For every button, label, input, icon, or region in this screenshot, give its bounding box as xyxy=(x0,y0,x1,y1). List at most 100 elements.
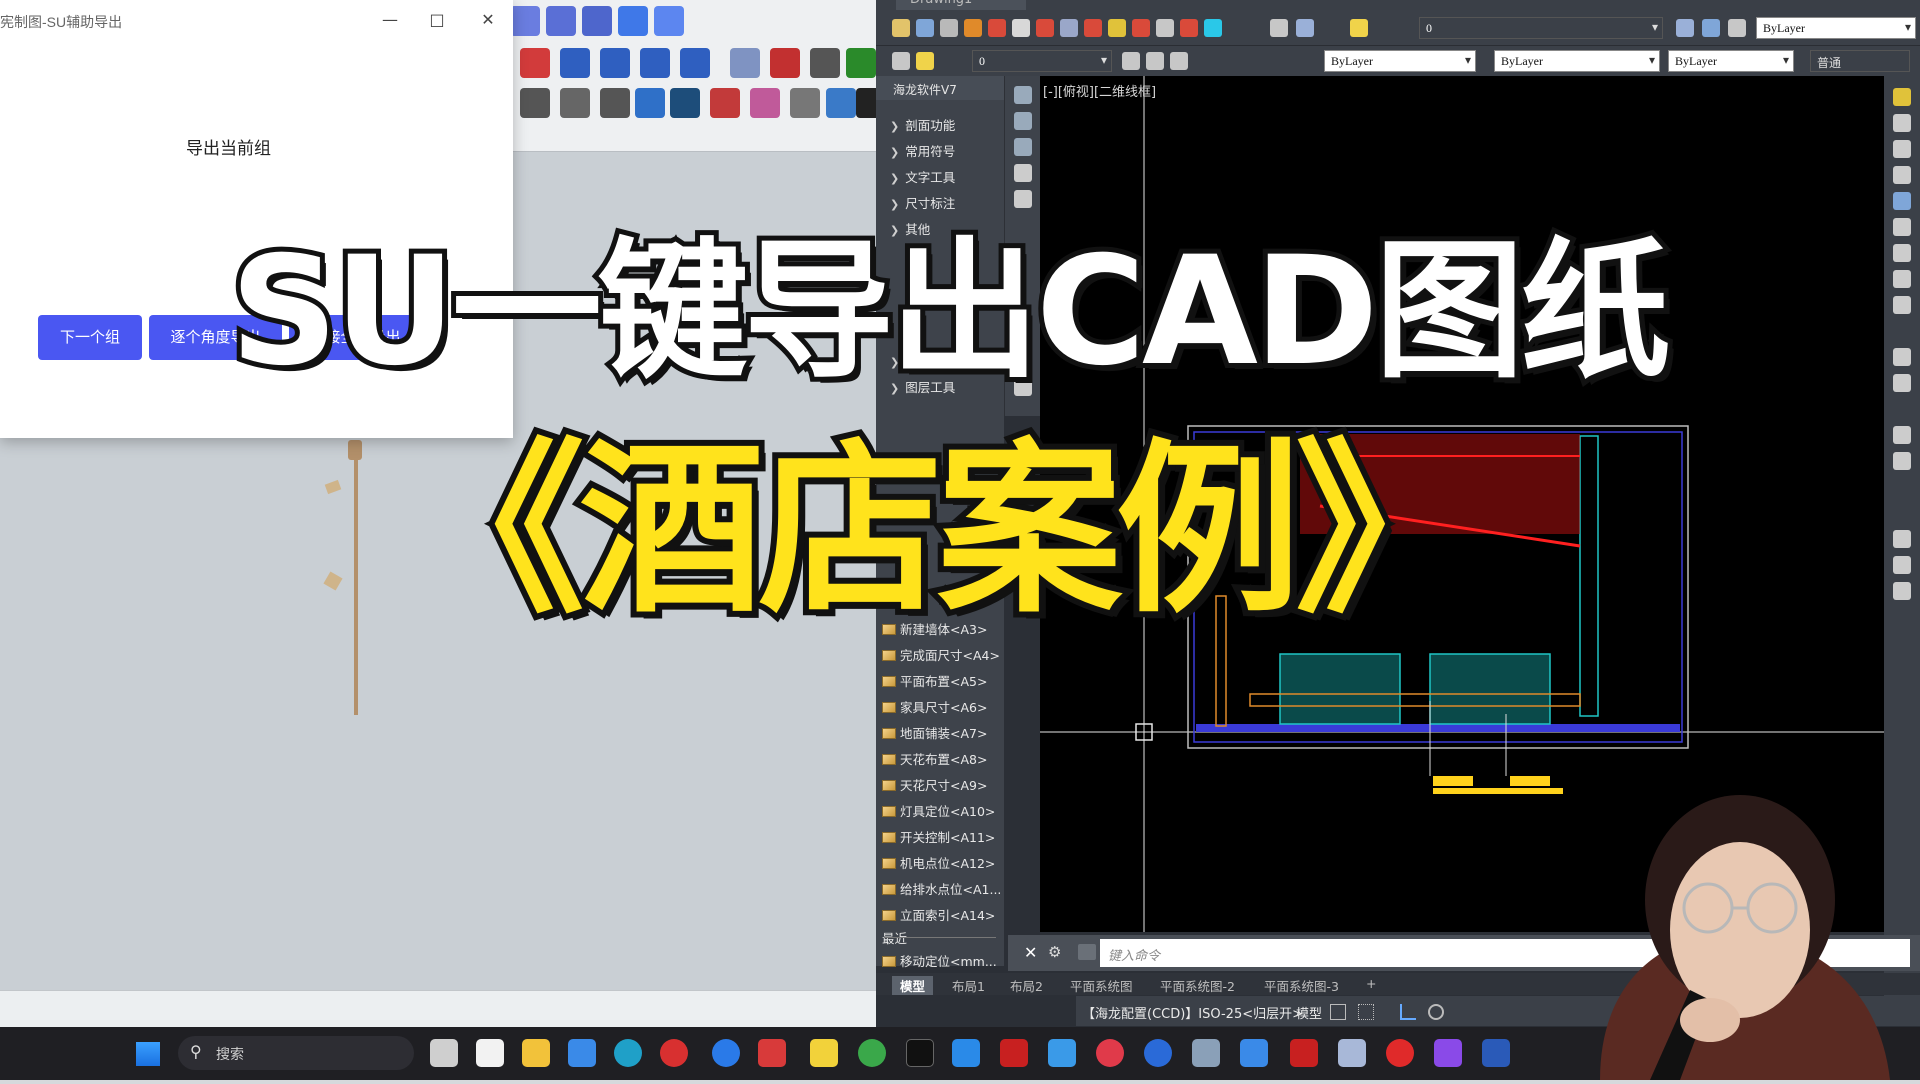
tool-icon[interactable] xyxy=(1893,582,1911,600)
tool-icon[interactable] xyxy=(1108,19,1126,37)
tab-drawing1[interactable]: Drawing1 xyxy=(896,0,1026,10)
export-icon[interactable] xyxy=(654,6,684,36)
tool-icon[interactable] xyxy=(1122,52,1140,70)
tool-icon[interactable] xyxy=(892,19,910,37)
tool-icon[interactable] xyxy=(1893,270,1911,288)
snap-icon[interactable] xyxy=(1358,1004,1374,1020)
notepad-icon[interactable] xyxy=(1048,1039,1076,1067)
autocad-icon[interactable] xyxy=(1000,1039,1028,1067)
wps-icon[interactable] xyxy=(758,1039,786,1067)
viewport-label[interactable]: [-][俯视][二维线框] xyxy=(1043,81,1156,100)
tool-icon[interactable] xyxy=(1180,19,1198,37)
tool-icon[interactable] xyxy=(1060,19,1078,37)
tool-icon[interactable] xyxy=(940,19,958,37)
layer-list-item[interactable]: 天花尺寸<A9> xyxy=(882,775,987,794)
dialog-titlebar[interactable]: 宪制图-SU辅助导出 — □ ✕ xyxy=(0,0,513,40)
tool-icon[interactable] xyxy=(1036,19,1054,37)
tool-icon[interactable] xyxy=(1893,166,1911,184)
panel-menu-item[interactable]: ❯ 常用符号 xyxy=(890,141,955,160)
polyline-icon[interactable] xyxy=(1014,112,1032,130)
tool-icon[interactable] xyxy=(1893,192,1911,210)
tool-icon[interactable] xyxy=(600,88,630,118)
tool-icon[interactable] xyxy=(1156,19,1174,37)
move-icon[interactable] xyxy=(1893,218,1911,236)
app-icon[interactable] xyxy=(1386,1039,1414,1067)
tab-model[interactable]: 模型 xyxy=(892,976,934,995)
camera-icon[interactable] xyxy=(546,6,576,36)
tool-icon[interactable] xyxy=(1893,140,1911,158)
layer-list-item[interactable]: 家具尺寸<A6> xyxy=(882,697,987,716)
close-icon[interactable]: ✕ xyxy=(473,8,503,32)
lightbulb-icon[interactable] xyxy=(1350,19,1368,37)
tab-layout2[interactable]: 布局2 xyxy=(1010,976,1043,995)
tool-icon[interactable] xyxy=(1296,19,1314,37)
recent-item[interactable]: 移动定位<mm... xyxy=(882,951,997,970)
linetype-select[interactable]: ByLayer ▾ xyxy=(1494,50,1660,72)
tool-icon[interactable] xyxy=(1012,19,1030,37)
task-view-icon[interactable] xyxy=(430,1039,458,1067)
wrench-icon[interactable]: ⚙ xyxy=(1048,943,1061,961)
layer-list-item[interactable]: 给排水点位<A1... xyxy=(882,879,1001,898)
tool-icon[interactable] xyxy=(1893,452,1911,470)
tool-icon[interactable] xyxy=(600,48,630,78)
netease-music-icon[interactable] xyxy=(1096,1039,1124,1067)
lineweight-select[interactable]: ByLayer ▾ xyxy=(1668,50,1794,72)
layer-select-2[interactable]: 0 ▾ xyxy=(972,50,1112,72)
minimize-icon[interactable]: — xyxy=(375,8,405,32)
tool-icon[interactable] xyxy=(1676,19,1694,37)
plot-style-select[interactable]: 普通 xyxy=(1810,50,1910,72)
tool-icon[interactable] xyxy=(790,88,820,118)
tab-plan-system-3[interactable]: 平面系统图-3 xyxy=(1264,976,1339,995)
tool-icon[interactable] xyxy=(826,88,856,118)
color-select-2[interactable]: ByLayer ▾ xyxy=(1324,50,1476,72)
calculator-icon[interactable] xyxy=(1192,1039,1220,1067)
sketchup-icon[interactable] xyxy=(1482,1039,1510,1067)
chart-app-icon[interactable] xyxy=(1338,1039,1366,1067)
tool-icon[interactable] xyxy=(640,48,670,78)
layer-list-item[interactable]: 天花布置<A8> xyxy=(882,749,987,768)
tool-icon[interactable] xyxy=(1893,374,1911,392)
layer-select[interactable]: 0 ▾ xyxy=(1419,17,1663,39)
lightbulb-icon[interactable] xyxy=(916,52,934,70)
tool-icon[interactable] xyxy=(520,48,550,78)
tab-plan-system-2[interactable]: 平面系统图-2 xyxy=(1160,976,1235,995)
polar-icon[interactable] xyxy=(1428,1004,1444,1020)
maps-icon[interactable] xyxy=(1144,1039,1172,1067)
tool-icon[interactable] xyxy=(846,48,876,78)
tool-icon[interactable] xyxy=(1146,52,1164,70)
capcut-icon[interactable] xyxy=(906,1039,934,1067)
record-icon[interactable] xyxy=(660,1039,688,1067)
windows-start-icon[interactable] xyxy=(136,1042,160,1066)
layers-icon[interactable] xyxy=(582,6,612,36)
edge-icon[interactable] xyxy=(614,1039,642,1067)
store-icon[interactable] xyxy=(568,1039,596,1067)
vscode-icon[interactable] xyxy=(952,1039,980,1067)
ortho-icon[interactable] xyxy=(1400,1004,1416,1020)
tool-icon[interactable] xyxy=(520,88,550,118)
tool-icon[interactable] xyxy=(892,52,910,70)
file-explorer-icon[interactable] xyxy=(522,1039,550,1067)
close-icon[interactable]: ✕ xyxy=(1024,943,1037,962)
next-group-button[interactable]: 下一个组 xyxy=(38,315,142,360)
tool-icon[interactable] xyxy=(680,48,710,78)
arc-icon[interactable] xyxy=(1014,138,1032,156)
tool-icon[interactable] xyxy=(670,88,700,118)
sticky-notes-icon[interactable] xyxy=(810,1039,838,1067)
save-icon[interactable] xyxy=(916,19,934,37)
autocad-alt-icon[interactable] xyxy=(1290,1039,1318,1067)
tool-icon[interactable] xyxy=(1893,426,1911,444)
line-icon[interactable] xyxy=(1014,86,1032,104)
tool-icon[interactable] xyxy=(1204,19,1222,37)
layer-list-item[interactable]: 灯具定位<A10> xyxy=(882,801,995,820)
panel-menu-item[interactable]: ❯ 剖面功能 xyxy=(890,115,955,134)
tool-icon[interactable] xyxy=(1893,556,1911,574)
layer-list-item[interactable]: 平面布置<A5> xyxy=(882,671,987,690)
tool-icon[interactable] xyxy=(1728,19,1746,37)
layer-list-item[interactable]: 开关控制<A11> xyxy=(882,827,995,846)
photos-icon[interactable] xyxy=(1240,1039,1268,1067)
tool-icon[interactable] xyxy=(1893,530,1911,548)
tool-icon[interactable] xyxy=(810,48,840,78)
app-icon[interactable] xyxy=(712,1039,740,1067)
tool-icon[interactable] xyxy=(560,48,590,78)
taskbar-search[interactable] xyxy=(178,1036,414,1070)
